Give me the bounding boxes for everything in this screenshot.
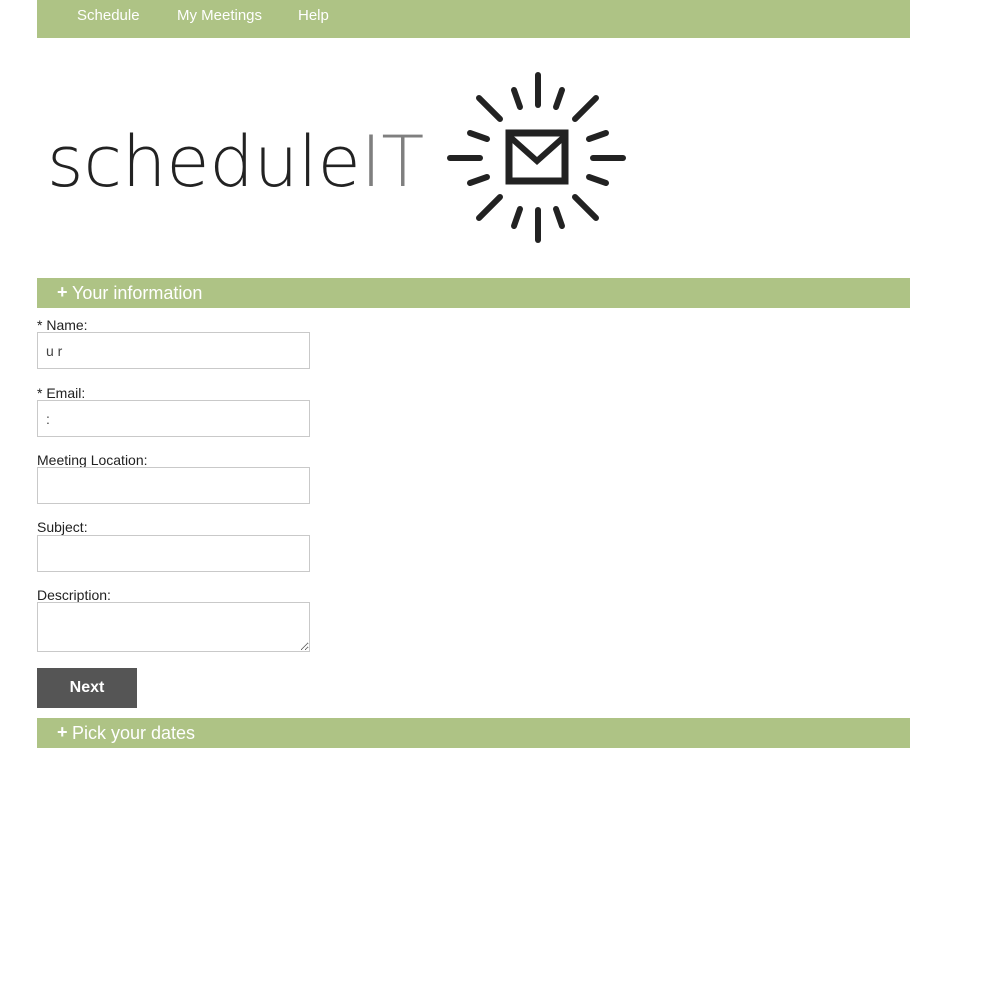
schedule-it-logo: scheduleIT: [37, 60, 657, 260]
nav-my-meetings-link[interactable]: My Meetings: [177, 7, 262, 24]
subject-label: Subject:: [37, 519, 88, 535]
logo-text-accent: IT: [361, 121, 424, 203]
name-input[interactable]: [37, 332, 310, 369]
description-textarea[interactable]: [37, 602, 310, 652]
top-navbar: Schedule My Meetings Help: [37, 0, 910, 38]
envelope-sunburst-icon: [447, 72, 626, 243]
pick-your-dates-section-header[interactable]: + Pick your dates: [37, 718, 910, 748]
section-title: Your information: [72, 283, 203, 303]
section-title: Pick your dates: [72, 723, 196, 743]
description-label: Description:: [37, 587, 111, 603]
meeting-location-input[interactable]: [37, 467, 310, 504]
expand-plus-icon: +: [57, 722, 68, 742]
logo-text-main: schedule: [47, 121, 361, 203]
name-label: * Name:: [37, 317, 88, 333]
email-input[interactable]: [37, 400, 310, 437]
nav-schedule-link[interactable]: Schedule: [77, 7, 140, 24]
expand-plus-icon: +: [57, 282, 68, 302]
svg-text:scheduleIT: scheduleIT: [47, 121, 424, 203]
subject-input[interactable]: [37, 535, 310, 572]
logo-graphic: scheduleIT: [47, 72, 626, 243]
email-label: * Email:: [37, 385, 86, 401]
nav-help-link[interactable]: Help: [298, 7, 329, 24]
meeting-location-label: Meeting Location:: [37, 452, 148, 468]
next-button[interactable]: Next: [37, 668, 137, 708]
your-information-section-header[interactable]: + Your information: [37, 278, 910, 308]
